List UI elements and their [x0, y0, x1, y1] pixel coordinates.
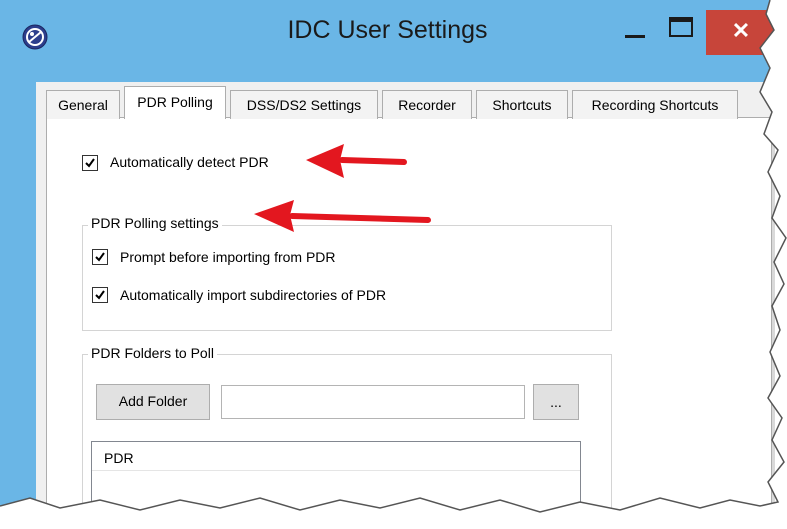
idc-user-settings-window: IDC User Settings ✕ Automatically detect… [0, 0, 787, 529]
tab-pdr-polling[interactable]: PDR Polling [124, 86, 226, 119]
torn-edge-decoration [0, 0, 787, 529]
